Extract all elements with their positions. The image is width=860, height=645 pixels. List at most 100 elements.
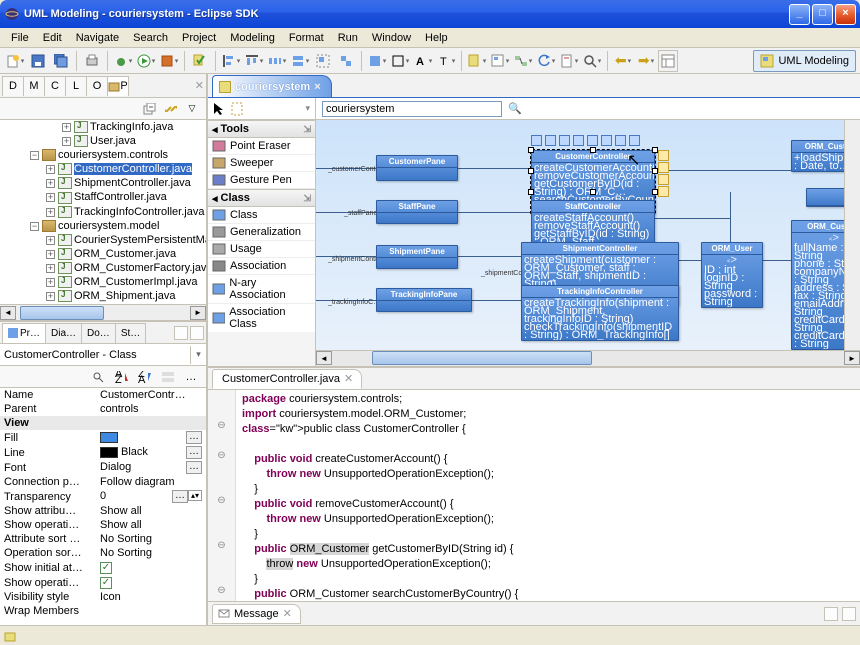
palette-group-class[interactable]: ◂Class⇲: [208, 189, 315, 207]
tree-item[interactable]: +User.java: [0, 134, 206, 148]
debug-button[interactable]: ▾: [112, 50, 134, 72]
property-row[interactable]: Show operati…✓: [0, 575, 206, 590]
close-message-icon[interactable]: ✕: [283, 607, 292, 620]
code-tab[interactable]: CustomerController.java ✕: [212, 369, 362, 389]
breadcrumb-input[interactable]: [322, 101, 502, 117]
palette-item[interactable]: Class: [208, 207, 315, 224]
property-dropdown-button[interactable]: ▾: [190, 346, 206, 364]
property-row[interactable]: Show attribu…Show all: [0, 504, 206, 518]
cursor-icon[interactable]: [213, 102, 225, 116]
resource-button[interactable]: [601, 135, 612, 146]
menu-search[interactable]: Search: [126, 30, 175, 46]
resource-button[interactable]: [658, 186, 669, 197]
collapse-all-button[interactable]: [140, 100, 160, 118]
uml-class[interactable]: StaffControllercreateStaffAccount()remov…: [531, 200, 655, 248]
property-row[interactable]: Parentcontrols: [0, 402, 206, 416]
uml-class[interactable]: <: [806, 188, 844, 207]
resource-button[interactable]: [559, 135, 570, 146]
save-all-button[interactable]: [50, 50, 72, 72]
tree-item[interactable]: +ORM_CustomerImpl.java: [0, 275, 206, 289]
code-editor[interactable]: ⊖⊖⊖⊖⊖ package couriersystem.controls; im…: [208, 390, 860, 601]
tree-item[interactable]: +TrackingInfo.java: [0, 120, 206, 134]
property-row[interactable]: Connection p…Follow diagram: [0, 475, 206, 489]
view-tab-c[interactable]: C: [44, 76, 66, 96]
prop-sort-az-button[interactable]: AZ: [111, 366, 133, 388]
prop-group-button[interactable]: [157, 366, 179, 388]
resource-button[interactable]: [658, 174, 669, 185]
tree-item[interactable]: +CustomerController.java: [0, 162, 206, 176]
resource-button[interactable]: [587, 135, 598, 146]
view-tab-m[interactable]: M: [23, 76, 45, 96]
text-button[interactable]: T▾: [435, 50, 457, 72]
forward-button[interactable]: ➡▾: [635, 50, 657, 72]
save-button[interactable]: [27, 50, 49, 72]
resource-button[interactable]: [615, 135, 626, 146]
property-row[interactable]: View: [0, 416, 206, 430]
tree-hscroll[interactable]: ◄►: [0, 304, 206, 320]
property-row[interactable]: Visibility styleIcon: [0, 590, 206, 604]
resource-button[interactable]: [573, 135, 584, 146]
tree-item[interactable]: −couriersystem.model: [0, 219, 206, 233]
tree-item[interactable]: +TrackingInfoController.java: [0, 205, 206, 219]
close-code-tab-icon[interactable]: ✕: [344, 372, 353, 385]
line-color-button[interactable]: ▾: [389, 50, 411, 72]
menu-file[interactable]: File: [4, 30, 36, 46]
font-button[interactable]: A▾: [412, 50, 434, 72]
align-left-button[interactable]: ▾: [220, 50, 242, 72]
reverse-button[interactable]: ▾: [535, 50, 557, 72]
diagram-hscroll[interactable]: ◄►: [316, 350, 860, 366]
group-button[interactable]: [312, 50, 334, 72]
resource-button[interactable]: [629, 135, 640, 146]
fill-color-button[interactable]: ▾: [366, 50, 388, 72]
property-element-input[interactable]: [0, 347, 190, 363]
report-button[interactable]: ▾: [558, 50, 580, 72]
palette-item[interactable]: Point Eraser: [208, 138, 315, 155]
prop-sort-za-button[interactable]: ZA: [134, 366, 156, 388]
breadcrumb-search-icon[interactable]: 🔍: [508, 102, 522, 115]
property-row[interactable]: Operation sor…No Sorting: [0, 546, 206, 560]
palette-item[interactable]: Usage: [208, 241, 315, 258]
property-row[interactable]: Fill…: [0, 430, 206, 445]
message-tab[interactable]: Message ✕: [212, 604, 301, 624]
message-max-button[interactable]: [842, 607, 856, 621]
uml-class[interactable]: ORM_User<>ID : intloginID : Stringpasswo…: [701, 242, 763, 308]
property-row[interactable]: Attribute sort …No Sorting: [0, 532, 206, 546]
uml-class[interactable]: StaffPane: [376, 200, 458, 224]
view-close-icon[interactable]: ✕: [195, 79, 204, 92]
property-row[interactable]: Show initial at…✓: [0, 560, 206, 575]
property-row[interactable]: Transparency0▴▾…: [0, 489, 206, 504]
view-tab-l[interactable]: L: [65, 76, 87, 96]
tree-item[interactable]: +ORM_Shipment.java: [0, 289, 206, 303]
palette-item[interactable]: Sweeper: [208, 155, 315, 172]
align-top-button[interactable]: ▾: [243, 50, 265, 72]
uml-verify-button[interactable]: [189, 50, 211, 72]
uml-class[interactable]: TrackingInfoPane: [376, 288, 472, 312]
perspective-open-button[interactable]: [658, 50, 678, 72]
back-button[interactable]: ⬅▾: [612, 50, 634, 72]
property-row[interactable]: Show operati…Show all: [0, 518, 206, 532]
same-width-button[interactable]: ▾: [289, 50, 311, 72]
resource-button[interactable]: [658, 150, 669, 161]
prop-tab-2[interactable]: Do…: [81, 323, 116, 343]
property-row[interactable]: LineBlack…: [0, 445, 206, 460]
package-explorer[interactable]: +TrackingInfo.java+User.java−couriersyst…: [0, 120, 206, 304]
tree-item[interactable]: +ORM_Customer.java: [0, 247, 206, 261]
editor-tab-couriersystem[interactable]: couriersystem ×: [212, 75, 332, 97]
dist-h-button[interactable]: ▾: [266, 50, 288, 72]
diagram-new-button[interactable]: ▾: [489, 50, 511, 72]
property-row[interactable]: NameCustomerContr…: [0, 388, 206, 402]
prop-tab-0[interactable]: Pr…: [2, 323, 46, 343]
tree-item[interactable]: −couriersystem.controls: [0, 148, 206, 162]
menu-run[interactable]: Run: [331, 30, 365, 46]
minimize-button[interactable]: _: [789, 4, 810, 25]
perspective-button[interactable]: UML Modeling: [753, 50, 856, 72]
uml-class[interactable]: TrackingInfoControllercreateTrackingInfo…: [521, 285, 679, 341]
uml-class[interactable]: ORM_Customer+loadShipmentByDate(from : D…: [791, 140, 844, 172]
close-tab-icon[interactable]: ×: [314, 81, 320, 93]
palette-item[interactable]: Association Class: [208, 304, 315, 332]
erd-button[interactable]: ▾: [512, 50, 534, 72]
palette-item[interactable]: N-ary Association: [208, 275, 315, 304]
menu-window[interactable]: Window: [365, 30, 418, 46]
message-min-button[interactable]: [824, 607, 838, 621]
tree-item[interactable]: +ORM_CustomerFactory.java: [0, 261, 206, 275]
